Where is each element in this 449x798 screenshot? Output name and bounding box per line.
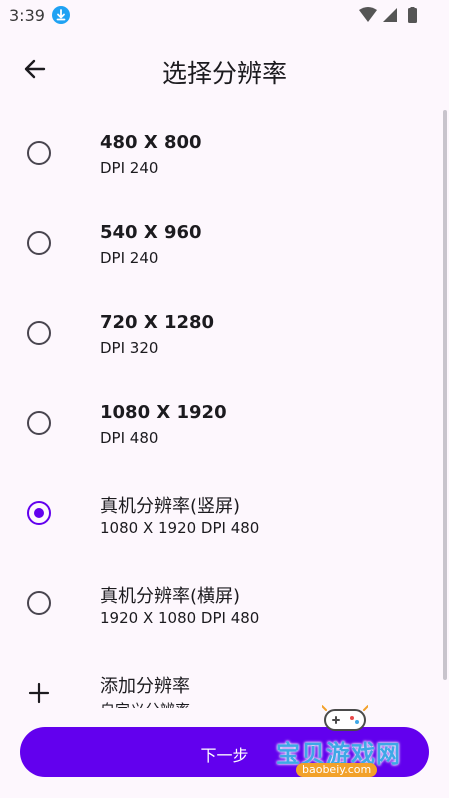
- next-button[interactable]: 下一步: [20, 727, 429, 777]
- radio-button[interactable]: [27, 591, 51, 615]
- resolution-option-540x960[interactable]: 540 X 960 DPI 240: [0, 200, 440, 290]
- wifi-icon: [359, 7, 377, 22]
- resolution-option-1080x1920[interactable]: 1080 X 1920 DPI 480: [0, 380, 440, 470]
- radio-button-selected[interactable]: [27, 501, 51, 525]
- page-title: 选择分辨率: [161, 59, 287, 88]
- option-label: 真机分辨率(横屏): [100, 586, 241, 607]
- option-detail: DPI 240: [100, 249, 159, 267]
- option-label: 1080 X 1920: [100, 402, 227, 423]
- option-detail: DPI 480: [100, 429, 159, 447]
- status-bar: 3:39: [0, 0, 449, 32]
- add-resolution-detail: 自定义分辨率: [100, 699, 190, 708]
- app-bar: 选择分辨率: [0, 40, 449, 100]
- add-resolution-item[interactable]: 添加分辨率 自定义分辨率: [0, 650, 440, 708]
- scrollbar[interactable]: [443, 110, 447, 680]
- add-resolution-label: 添加分辨率: [100, 676, 190, 697]
- battery-icon: [408, 8, 417, 23]
- radio-button[interactable]: [27, 141, 51, 165]
- option-detail: 1080 X 1920 DPI 480: [100, 519, 260, 537]
- status-time: 3:39: [9, 6, 45, 25]
- status-icons: [359, 6, 419, 23]
- option-label: 720 X 1280: [100, 312, 215, 333]
- resolution-option-device-landscape[interactable]: 真机分辨率(横屏) 1920 X 1080 DPI 480: [0, 560, 440, 650]
- radio-button[interactable]: [27, 321, 51, 345]
- resolution-option-720x1280[interactable]: 720 X 1280 DPI 320: [0, 290, 440, 380]
- option-detail: 1920 X 1080 DPI 480: [100, 609, 260, 627]
- radio-button[interactable]: [27, 231, 51, 255]
- signal-icon: [383, 8, 397, 22]
- resolution-option-device-portrait[interactable]: 真机分辨率(竖屏) 1080 X 1920 DPI 480: [0, 470, 440, 560]
- next-button-label: 下一步: [200, 746, 249, 765]
- option-label: 480 X 800: [100, 132, 202, 153]
- option-label: 真机分辨率(竖屏): [100, 496, 241, 517]
- plus-icon: [28, 682, 50, 704]
- resolution-option-480x800[interactable]: 480 X 800 DPI 240: [0, 110, 440, 200]
- option-label: 540 X 960: [100, 222, 202, 243]
- resolution-list: 480 X 800 DPI 240 540 X 960 DPI 240 720 …: [0, 110, 449, 708]
- option-detail: DPI 240: [100, 159, 159, 177]
- radio-button[interactable]: [27, 411, 51, 435]
- option-detail: DPI 320: [100, 339, 159, 357]
- download-icon: [52, 6, 70, 24]
